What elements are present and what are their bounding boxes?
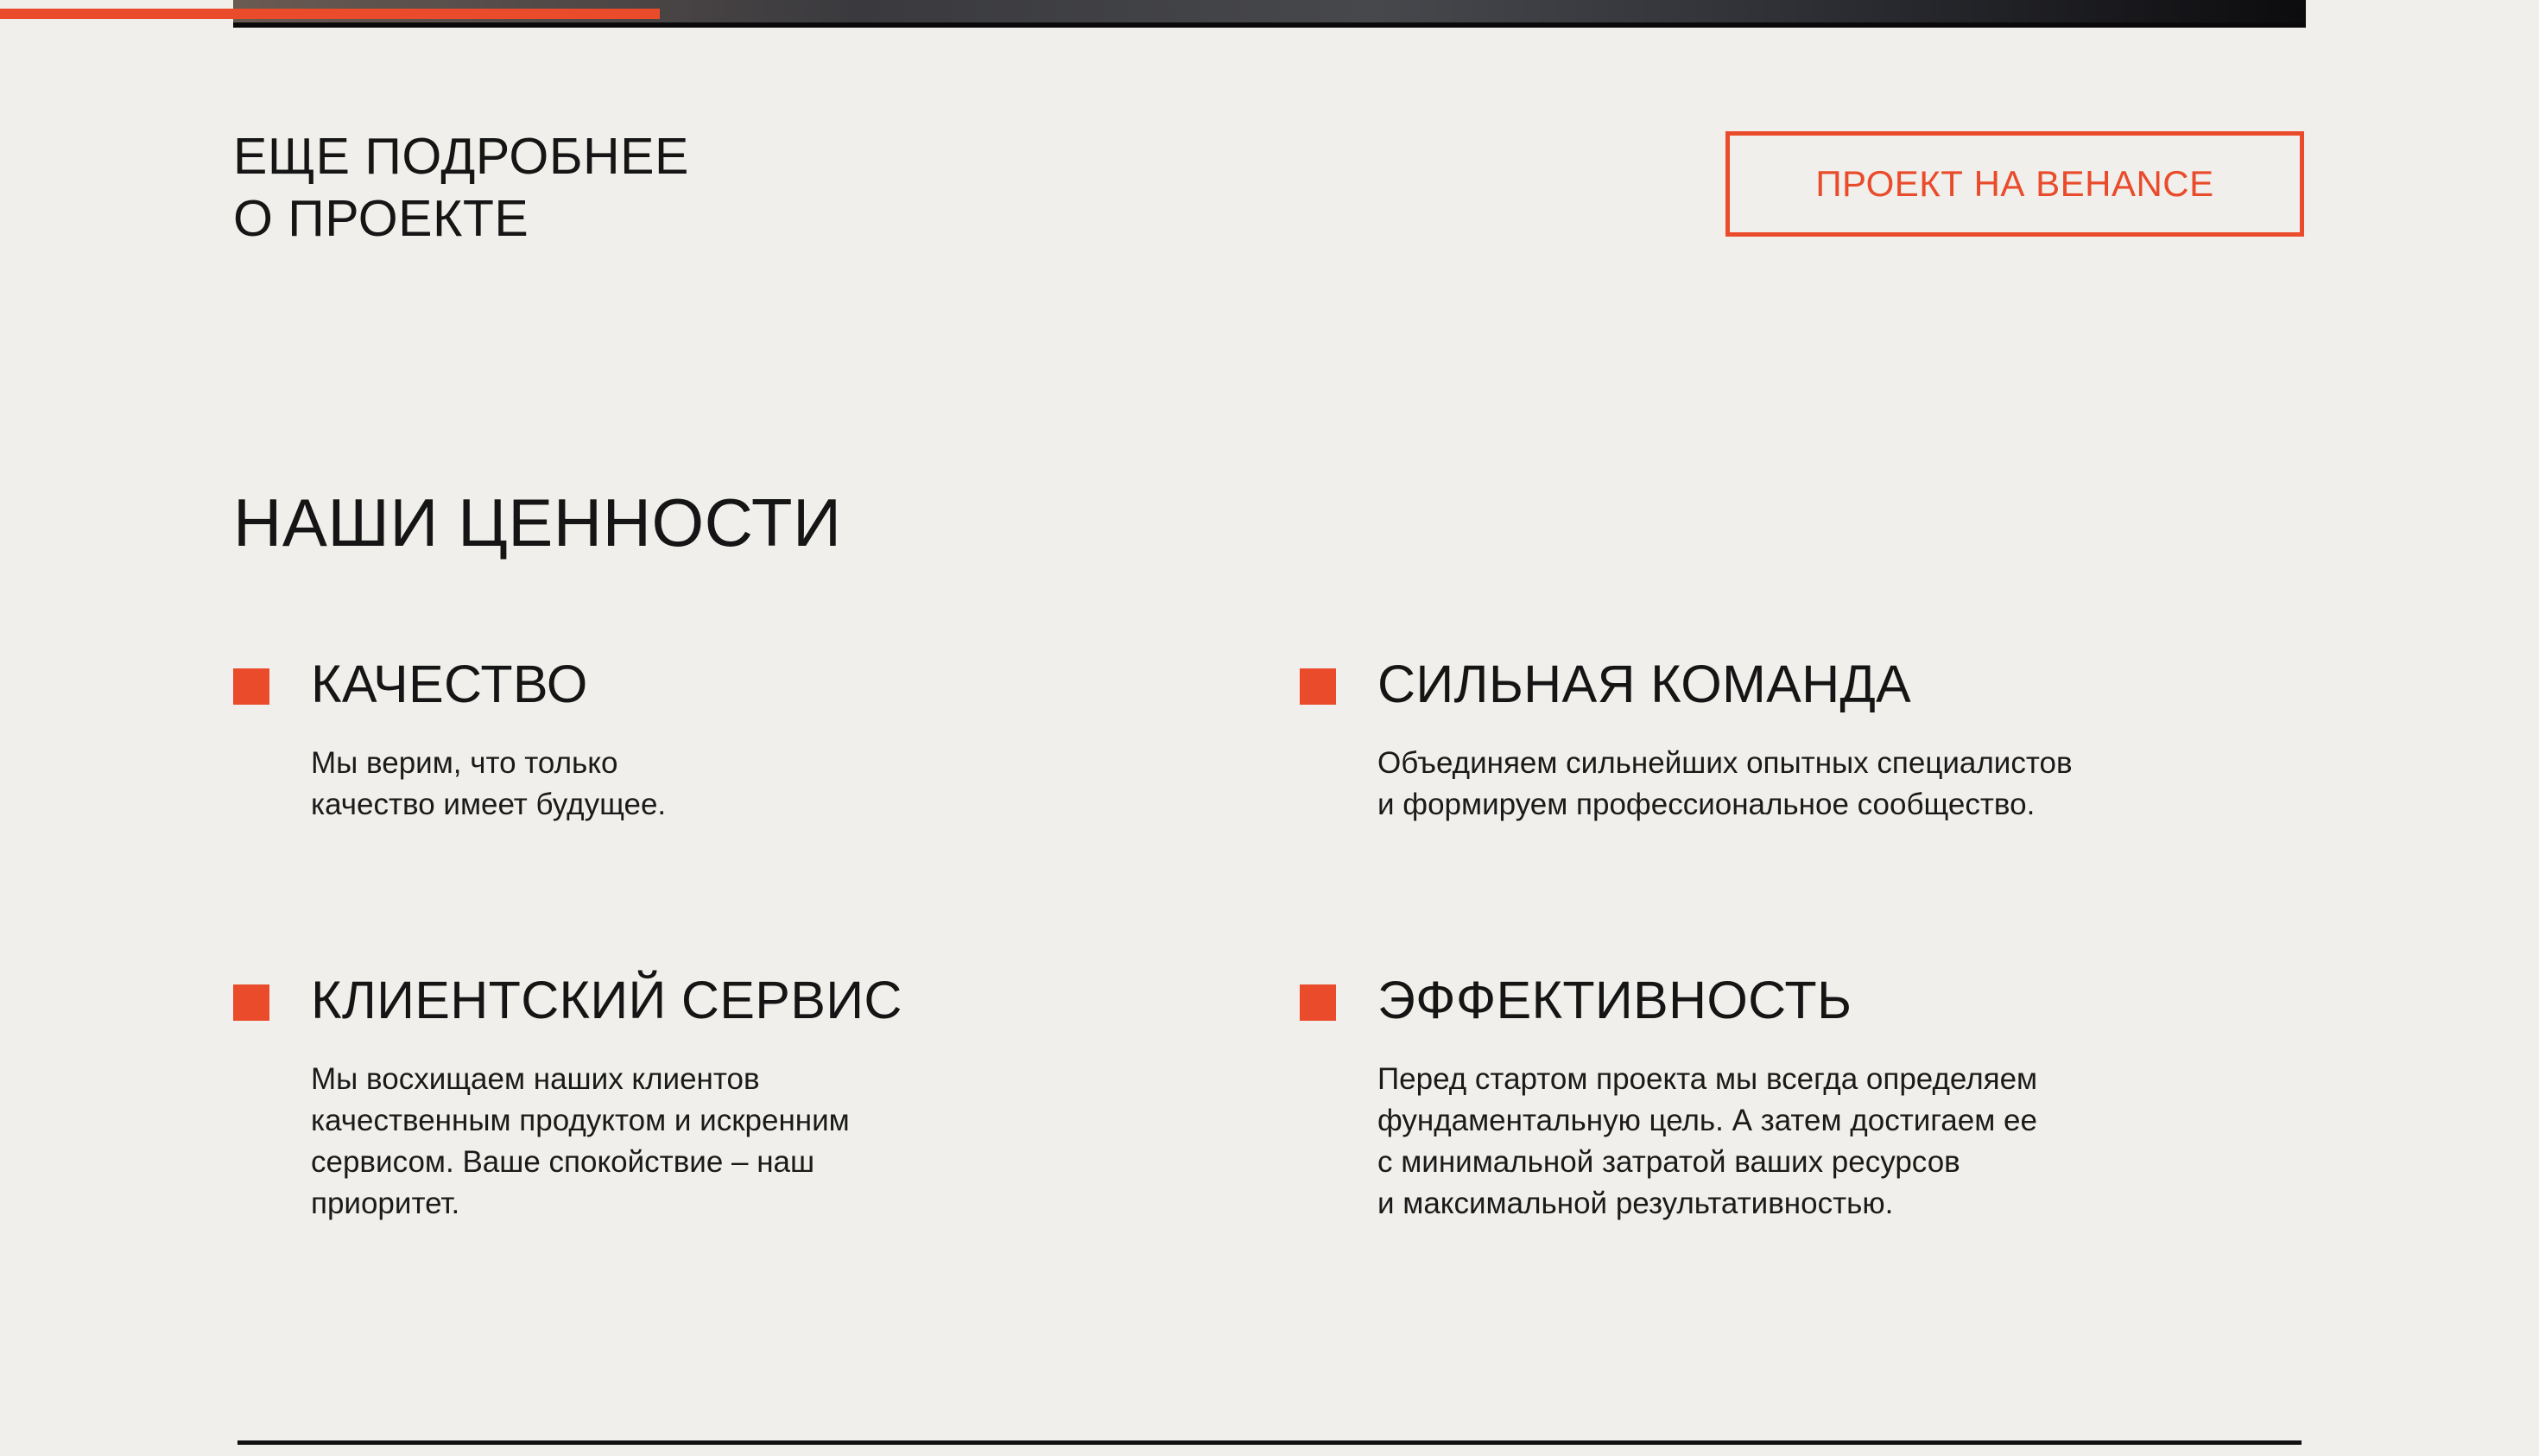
description-line: Объединяем сильнейших опытных специалист…	[1377, 746, 2073, 780]
square-marker-icon	[1300, 984, 1336, 1021]
more-about-project-title: ЕЩЕ ПОДРОБНЕЕ О ПРОЕКТЕ	[233, 125, 689, 250]
description-line: качество имеет будущее.	[311, 788, 667, 821]
description-line: с минимальной затратой ваших ресурсов	[1377, 1145, 1960, 1179]
scroll-progress-bar	[0, 0, 2539, 19]
more-title-line: ЕЩЕ ПОДРОБНЕЕ	[233, 128, 689, 185]
value-item-description: Мы верим, что только качество имеет буду…	[311, 743, 1131, 826]
value-item-title: КЛИЕНТСКИЙ СЕРВИС	[311, 971, 902, 1029]
value-item-description: Мы восхищаем наших клиентов качественным…	[311, 1059, 1131, 1225]
description-line: Перед стартом проекта мы всегда определя…	[1377, 1062, 2038, 1096]
description-line: качественным продуктом и искренним	[311, 1104, 850, 1137]
value-item-title: СИЛЬНАЯ КОМАНДА	[1377, 655, 1912, 713]
more-title-line: О ПРОЕКТЕ	[233, 190, 529, 247]
square-marker-icon	[233, 984, 269, 1021]
description-line: и формируем профессиональное сообщество.	[1377, 788, 2036, 821]
description-line: фундаментальную цель. А затем достигаем …	[1377, 1104, 2037, 1137]
description-line: сервисом. Ваше спокойствие – наш	[311, 1145, 815, 1179]
description-line: приоритет.	[311, 1187, 460, 1220]
square-marker-icon	[233, 668, 269, 705]
description-line: Мы верим, что только	[311, 746, 618, 780]
value-item-title: КАЧЕСТВО	[311, 655, 588, 713]
square-marker-icon	[1300, 668, 1336, 705]
values-section-title: НАШИ ЦЕННОСТИ	[233, 484, 842, 560]
value-item-description: Объединяем сильнейших опытных специалист…	[1377, 743, 2198, 826]
behance-project-button[interactable]: ПРОЕКТ НА BEHANCE	[1725, 131, 2304, 237]
value-item-title: ЭФФЕКТИВНОСТЬ	[1377, 971, 1852, 1029]
description-line: Мы восхищаем наших клиентов	[311, 1062, 760, 1096]
value-item-description: Перед стартом проекта мы всегда определя…	[1377, 1059, 2198, 1225]
description-line: и максимальной результативностью.	[1377, 1187, 1894, 1220]
scroll-progress-fill	[0, 9, 661, 19]
section-divider	[237, 1440, 2302, 1445]
